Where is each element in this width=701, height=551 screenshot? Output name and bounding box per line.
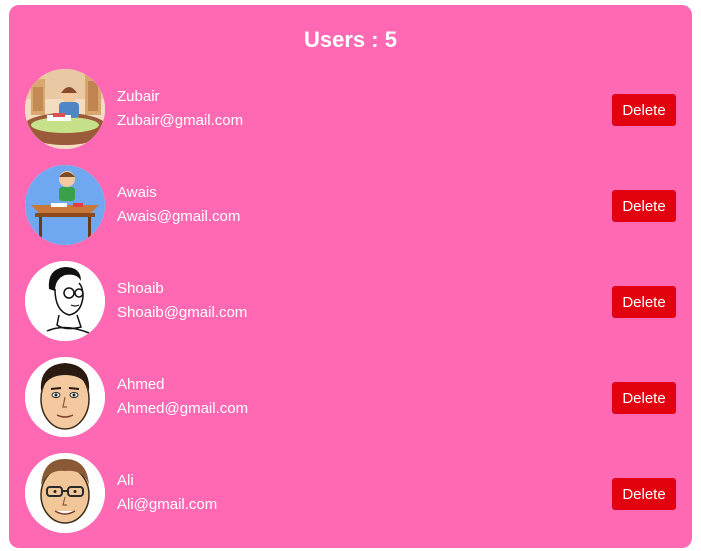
user-name: Awais bbox=[117, 184, 157, 201]
user-name: Shoaib bbox=[117, 280, 164, 297]
boy-at-school-desk-avatar bbox=[25, 165, 105, 245]
users-count-title: Users : 5 bbox=[304, 27, 397, 52]
user-name: Zubair bbox=[117, 88, 160, 105]
boy-reading-at-desk-avatar bbox=[25, 69, 105, 149]
user-name: Ahmed bbox=[117, 376, 165, 393]
user-name: Ali bbox=[117, 472, 134, 489]
delete-button[interactable]: Delete bbox=[612, 286, 676, 318]
user-row: Ahmed Ahmed@gmail.com Delete bbox=[9, 357, 692, 437]
delete-button[interactable]: Delete bbox=[612, 478, 676, 510]
user-row: Ali Ali@gmail.com Delete bbox=[9, 453, 692, 533]
user-email: Ahmed@gmail.com bbox=[117, 400, 249, 417]
users-card: Users : 5 Zubair Zubair@gmail.com Delete bbox=[9, 5, 692, 548]
delete-button[interactable]: Delete bbox=[612, 382, 676, 414]
user-email: Shoaib@gmail.com bbox=[117, 304, 248, 321]
sketched-man-with-glasses-avatar bbox=[25, 261, 105, 341]
user-row: Shoaib Shoaib@gmail.com Delete bbox=[9, 261, 692, 341]
user-row: Awais Awais@gmail.com Delete bbox=[9, 165, 692, 245]
user-email: Ali@gmail.com bbox=[117, 496, 218, 513]
user-email: Zubair@gmail.com bbox=[117, 112, 244, 129]
delete-button[interactable]: Delete bbox=[612, 94, 676, 126]
user-row: Zubair Zubair@gmail.com Delete bbox=[9, 69, 692, 149]
cartoon-man-face-avatar bbox=[25, 357, 105, 437]
user-email: Awais@gmail.com bbox=[117, 208, 241, 225]
delete-button[interactable]: Delete bbox=[612, 190, 676, 222]
cartoon-man-with-glasses-avatar bbox=[25, 453, 105, 533]
